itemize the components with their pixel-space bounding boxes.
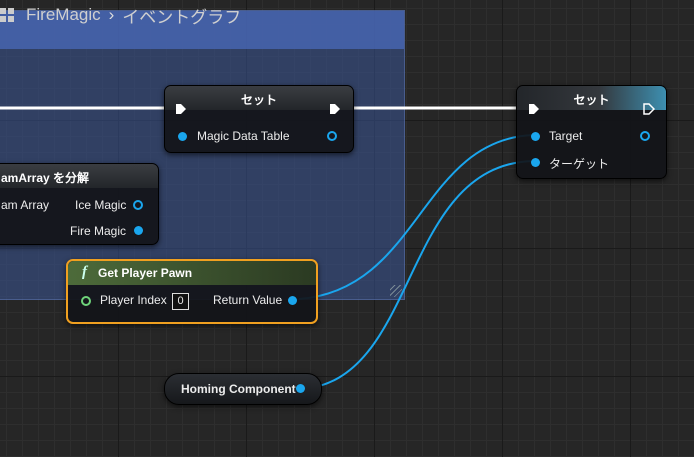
- node-title: amArray を分解: [1, 171, 90, 185]
- exec-out-pin[interactable]: [643, 103, 655, 115]
- set-node-target[interactable]: セット Target ターゲット: [516, 85, 667, 179]
- player-index-field[interactable]: 0: [172, 293, 189, 310]
- node-header: amArray を分解: [0, 164, 158, 188]
- function-icon: f: [82, 264, 87, 280]
- wire-pawn-target[interactable]: [298, 134, 534, 300]
- ice-magic-output-pin[interactable]: [133, 200, 143, 210]
- pin-label: ターゲット: [549, 157, 610, 171]
- exec-in-pin[interactable]: [175, 103, 187, 115]
- node-title: Homing Component: [181, 382, 296, 396]
- return-value-output-pin[interactable]: [288, 296, 297, 305]
- magic-data-table-output-pin[interactable]: [327, 131, 337, 141]
- pin-label: Player Index: [100, 293, 167, 307]
- player-index-input-pin[interactable]: [81, 296, 91, 306]
- exec-in-pin[interactable]: [528, 103, 540, 115]
- pin-label: Ice Magic: [75, 198, 127, 212]
- homing-component-variable-node[interactable]: Homing Component: [164, 373, 322, 405]
- set-node-magic-data-table[interactable]: セット Magic Data Table: [164, 85, 354, 153]
- target-output-pin[interactable]: [640, 131, 650, 141]
- magic-data-table-input-pin[interactable]: [178, 132, 187, 141]
- node-header: セット: [165, 86, 353, 110]
- wire-homing-target[interactable]: [301, 160, 534, 390]
- exec-out-pin[interactable]: [329, 103, 341, 115]
- homing-target-input-pin[interactable]: [531, 158, 540, 167]
- pin-label: Target: [549, 129, 583, 143]
- node-header: f Get Player Pawn: [68, 261, 316, 285]
- node-title: セット: [240, 93, 277, 107]
- pin-label: Magic Data Table: [197, 129, 290, 143]
- pin-label: am Array: [1, 198, 50, 212]
- homing-component-output-pin[interactable]: [296, 384, 305, 393]
- node-title: Get Player Pawn: [98, 266, 193, 280]
- fire-magic-output-pin[interactable]: [134, 226, 143, 235]
- target-input-pin[interactable]: [531, 132, 540, 141]
- get-player-pawn-node[interactable]: f Get Player Pawn Player Index 0 Return …: [66, 259, 318, 324]
- pin-label: Fire Magic: [70, 224, 127, 238]
- break-struct-node[interactable]: amArray を分解 am Array Ice Magic Fire Magi…: [0, 163, 159, 245]
- pin-label: Return Value: [213, 293, 283, 307]
